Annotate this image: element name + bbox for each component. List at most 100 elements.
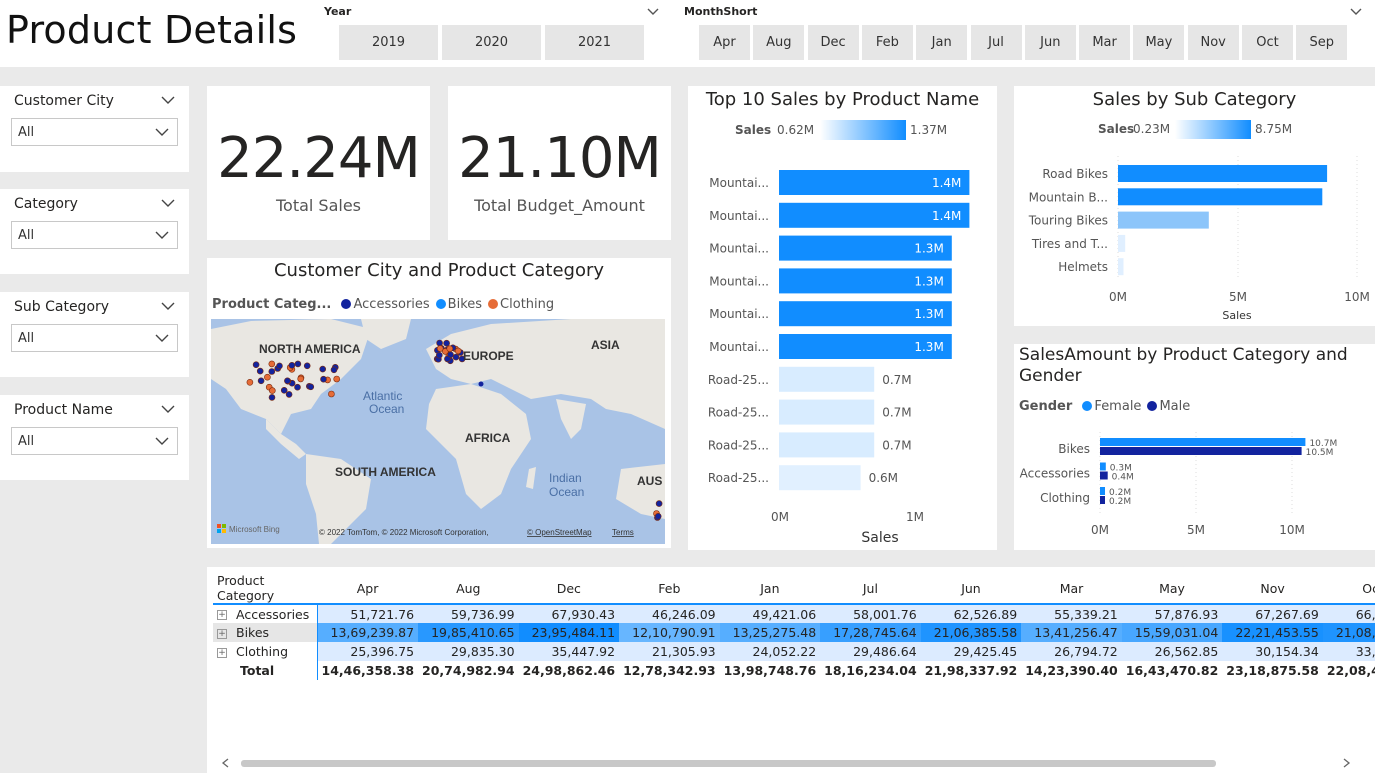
chevron-down-icon[interactable] (1350, 8, 1362, 16)
legend-item-label[interactable]: Accessories (353, 297, 429, 312)
column-header[interactable]: Aug (418, 573, 519, 604)
map-point[interactable] (443, 339, 450, 347)
column-header[interactable]: Apr (317, 573, 418, 604)
chevron-down-icon[interactable] (647, 8, 659, 16)
legend-item-label[interactable]: Bikes (448, 297, 482, 312)
map-point[interactable] (478, 381, 484, 387)
table-cell[interactable]: 29,835.30 (418, 642, 519, 661)
top10-bar-plot[interactable]: Sales 0.62M 1.37M Mountai... 1.4M Mountai.… (688, 86, 997, 550)
bar[interactable] (779, 366, 875, 392)
table-cell[interactable]: 62,526.89 (920, 604, 1022, 623)
column-header[interactable]: Dec (519, 573, 620, 604)
table-cell[interactable]: 67,267.69 (1222, 604, 1323, 623)
map-point[interactable] (320, 375, 327, 383)
map-point[interactable] (454, 347, 462, 355)
table-cell[interactable]: 46,246.09 (619, 604, 720, 623)
table-cell[interactable]: 59,736.99 (418, 604, 519, 623)
table-cell[interactable]: 26,794.72 (1021, 642, 1122, 661)
table-cell[interactable]: 35,447.92 (518, 642, 620, 661)
map-point[interactable] (307, 383, 315, 391)
row-header[interactable]: + Clothing (213, 642, 318, 661)
map-point[interactable] (268, 387, 276, 394)
scroll-left-icon[interactable] (221, 758, 231, 768)
map-point[interactable] (252, 361, 260, 369)
map-point[interactable] (436, 339, 443, 347)
map-point[interactable] (276, 362, 283, 370)
bar[interactable] (779, 432, 875, 458)
bar[interactable] (779, 399, 875, 425)
table-cell[interactable]: 16,43,470.82 (1122, 661, 1223, 680)
row-header[interactable]: Total (213, 661, 318, 680)
table-cell[interactable]: 33,682.85 (1322, 642, 1375, 661)
table-cell[interactable]: 15,59,031.04 (1121, 623, 1223, 642)
month-tile-apr[interactable]: Apr (699, 25, 750, 60)
bar[interactable] (1100, 471, 1108, 480)
map-point[interactable] (303, 362, 311, 370)
row-header[interactable]: + Accessories (213, 604, 318, 623)
table-cell[interactable]: 19,85,410.65 (418, 623, 519, 642)
table-cell[interactable]: 14,23,390.40 (1021, 661, 1122, 680)
horizontal-scrollbar[interactable] (221, 757, 1351, 769)
map-point[interactable] (654, 513, 662, 520)
bar[interactable] (779, 465, 861, 491)
year-tile-2020[interactable]: 2020 (442, 25, 541, 60)
map-point[interactable] (268, 360, 276, 368)
kpi-card-total-budget[interactable]: 21.10M Total Budget_Amount (448, 86, 671, 240)
column-header[interactable]: Product Category (213, 573, 317, 604)
table-cell[interactable]: 29,425.45 (920, 642, 1022, 661)
map-point[interactable] (268, 368, 276, 375)
table-cell[interactable]: 55,339.21 (1021, 604, 1122, 623)
chevron-down-icon[interactable] (161, 196, 175, 210)
map-point[interactable] (284, 377, 291, 385)
month-tile-sep[interactable]: Sep (1296, 25, 1348, 60)
bar[interactable] (1118, 211, 1209, 229)
month-tile-may[interactable]: May (1133, 25, 1185, 60)
table-cell[interactable]: 13,25,275.48 (719, 623, 821, 642)
bar[interactable] (1118, 188, 1323, 206)
column-header[interactable]: May (1122, 573, 1223, 604)
chevron-down-icon[interactable] (161, 299, 175, 313)
bar[interactable] (1100, 487, 1105, 495)
table-cell[interactable]: 12,78,342.93 (619, 661, 720, 680)
bar[interactable] (1100, 496, 1105, 504)
table-cell[interactable]: 26,562.85 (1121, 642, 1223, 661)
bar[interactable] (1100, 438, 1306, 446)
expand-icon[interactable]: + (217, 628, 227, 639)
kpi-card-total-sales[interactable]: 22.24M Total Sales (207, 86, 430, 240)
map-point[interactable] (264, 373, 271, 381)
legend-item-label[interactable]: Clothing (500, 297, 554, 312)
table-cell[interactable]: 66,167.92 (1322, 604, 1375, 623)
filter-dropdown[interactable]: All (11, 221, 178, 249)
table-cell[interactable]: 51,721.76 (317, 604, 419, 623)
column-header[interactable]: Jun (921, 573, 1022, 604)
year-tile-2019[interactable]: 2019 (339, 25, 438, 60)
table-cell[interactable]: 13,41,256.47 (1021, 623, 1122, 642)
map-point[interactable] (280, 387, 288, 394)
map-point[interactable] (297, 375, 304, 383)
month-tile-feb[interactable]: Feb (861, 25, 913, 60)
map-point[interactable] (294, 360, 302, 368)
month-tile-jan[interactable]: Jan (916, 25, 968, 60)
map-point[interactable] (268, 394, 276, 401)
month-tile-jun[interactable]: Jun (1024, 25, 1076, 60)
table-cell[interactable]: 12,10,790.91 (619, 623, 720, 642)
map-point[interactable] (319, 365, 326, 373)
map-point[interactable] (246, 378, 254, 386)
table-cell[interactable]: 57,876.93 (1121, 604, 1223, 623)
table-cell[interactable]: 13,98,748.76 (720, 661, 821, 680)
bar[interactable] (1118, 165, 1328, 182)
map-point[interactable] (285, 391, 293, 398)
map-point[interactable] (446, 345, 454, 353)
bar[interactable] (1118, 234, 1126, 252)
world-map[interactable]: NORTH AMERICA EUROPE ASIA AFRICA SOUTH A… (211, 319, 665, 544)
expand-icon[interactable]: + (217, 647, 227, 658)
column-header[interactable]: Feb (619, 573, 720, 604)
filter-dropdown[interactable]: All (11, 427, 178, 455)
bar[interactable] (1118, 258, 1124, 276)
map-point[interactable] (655, 500, 663, 507)
table-cell[interactable]: 21,06,385.58 (920, 623, 1022, 642)
bar[interactable] (1100, 447, 1302, 455)
bar[interactable] (1100, 462, 1106, 471)
map-point[interactable] (256, 367, 264, 375)
row-header[interactable]: + Bikes (213, 623, 318, 642)
